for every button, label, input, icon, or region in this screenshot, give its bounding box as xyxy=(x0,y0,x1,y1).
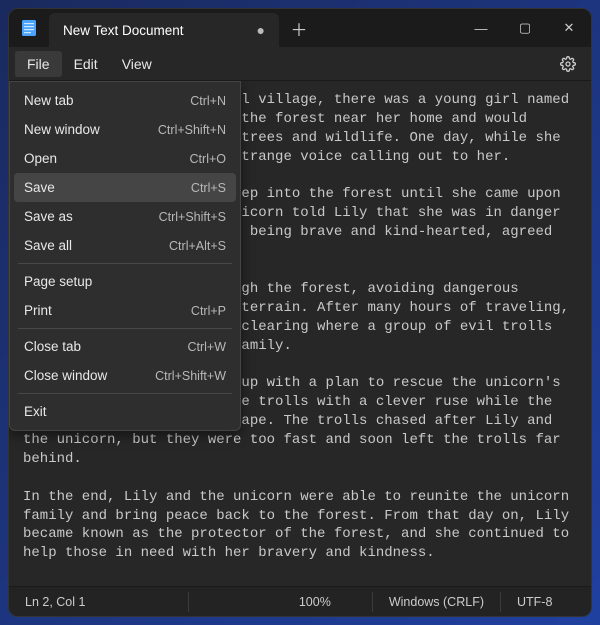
app-window: New Text Document ● ＋ — ▢ ✕ File Edit Vi… xyxy=(8,8,592,617)
file-menu-item-shortcut: Ctrl+Shift+W xyxy=(155,369,226,383)
file-menu-item[interactable]: PrintCtrl+P xyxy=(14,296,236,325)
content-area: Once upon a time in a small village, the… xyxy=(9,81,591,586)
file-menu-item-label: Exit xyxy=(24,404,226,419)
file-menu-item[interactable]: New windowCtrl+Shift+N xyxy=(14,115,236,144)
file-menu-item[interactable]: Page setup xyxy=(14,267,236,296)
file-menu-item[interactable]: Save asCtrl+Shift+S xyxy=(14,202,236,231)
modified-dot-icon: ● xyxy=(257,23,265,37)
window-controls: — ▢ ✕ xyxy=(459,9,591,47)
status-encoding[interactable]: UTF-8 xyxy=(501,592,591,612)
status-zoom[interactable]: 100% xyxy=(283,592,373,612)
file-menu-item[interactable]: Close windowCtrl+Shift+W xyxy=(14,361,236,390)
minimize-button[interactable]: — xyxy=(459,9,503,47)
maximize-button[interactable]: ▢ xyxy=(503,9,547,47)
file-menu-item-label: Close tab xyxy=(24,339,187,354)
file-menu-item-label: Page setup xyxy=(24,274,226,289)
file-menu-item-shortcut: Ctrl+S xyxy=(191,181,226,195)
file-menu-item-shortcut: Ctrl+O xyxy=(190,152,226,166)
file-menu-item-label: Save as xyxy=(24,209,159,224)
status-line-ending[interactable]: Windows (CRLF) xyxy=(373,592,501,612)
file-menu-item-shortcut: Ctrl+N xyxy=(190,94,226,108)
file-menu-item[interactable]: Save allCtrl+Alt+S xyxy=(14,231,236,260)
file-menu-item[interactable]: Close tabCtrl+W xyxy=(14,332,236,361)
file-menu-item[interactable]: New tabCtrl+N xyxy=(14,86,236,115)
file-menu-item-label: New window xyxy=(24,122,158,137)
title-bar: New Text Document ● ＋ — ▢ ✕ xyxy=(9,9,591,47)
file-menu-item-shortcut: Ctrl+Shift+S xyxy=(159,210,226,224)
file-menu-item-shortcut: Ctrl+Alt+S xyxy=(169,239,226,253)
gear-icon xyxy=(560,56,576,72)
file-menu-item-shortcut: Ctrl+Shift+N xyxy=(158,123,226,137)
document-tab[interactable]: New Text Document ● xyxy=(49,13,279,47)
notepad-icon xyxy=(9,9,49,47)
tab-title: New Text Document xyxy=(63,23,247,38)
new-tab-button[interactable]: ＋ xyxy=(279,9,319,47)
settings-button[interactable] xyxy=(551,56,585,72)
close-button[interactable]: ✕ xyxy=(547,9,591,47)
file-menu-item-label: Print xyxy=(24,303,191,318)
file-menu-item-label: Open xyxy=(24,151,190,166)
menu-file[interactable]: File xyxy=(15,51,62,77)
file-menu-item-shortcut: Ctrl+P xyxy=(191,304,226,318)
file-menu-item-label: Close window xyxy=(24,368,155,383)
file-menu-item-label: Save all xyxy=(24,238,169,253)
menu-separator xyxy=(18,328,232,329)
file-menu-item-shortcut: Ctrl+W xyxy=(187,340,226,354)
status-position[interactable]: Ln 2, Col 1 xyxy=(9,592,189,612)
file-menu-item-label: Save xyxy=(24,180,191,195)
file-menu-item[interactable]: SaveCtrl+S xyxy=(14,173,236,202)
file-menu-item[interactable]: Exit xyxy=(14,397,236,426)
file-menu-item-label: New tab xyxy=(24,93,190,108)
file-menu-item[interactable]: OpenCtrl+O xyxy=(14,144,236,173)
menu-separator xyxy=(18,393,232,394)
menu-edit[interactable]: Edit xyxy=(62,51,110,77)
menu-separator xyxy=(18,263,232,264)
menu-bar: File Edit View xyxy=(9,47,591,81)
file-menu-popup: New tabCtrl+NNew windowCtrl+Shift+NOpenC… xyxy=(9,81,241,431)
menu-view[interactable]: View xyxy=(110,51,164,77)
status-bar: Ln 2, Col 1 100% Windows (CRLF) UTF-8 xyxy=(9,586,591,616)
